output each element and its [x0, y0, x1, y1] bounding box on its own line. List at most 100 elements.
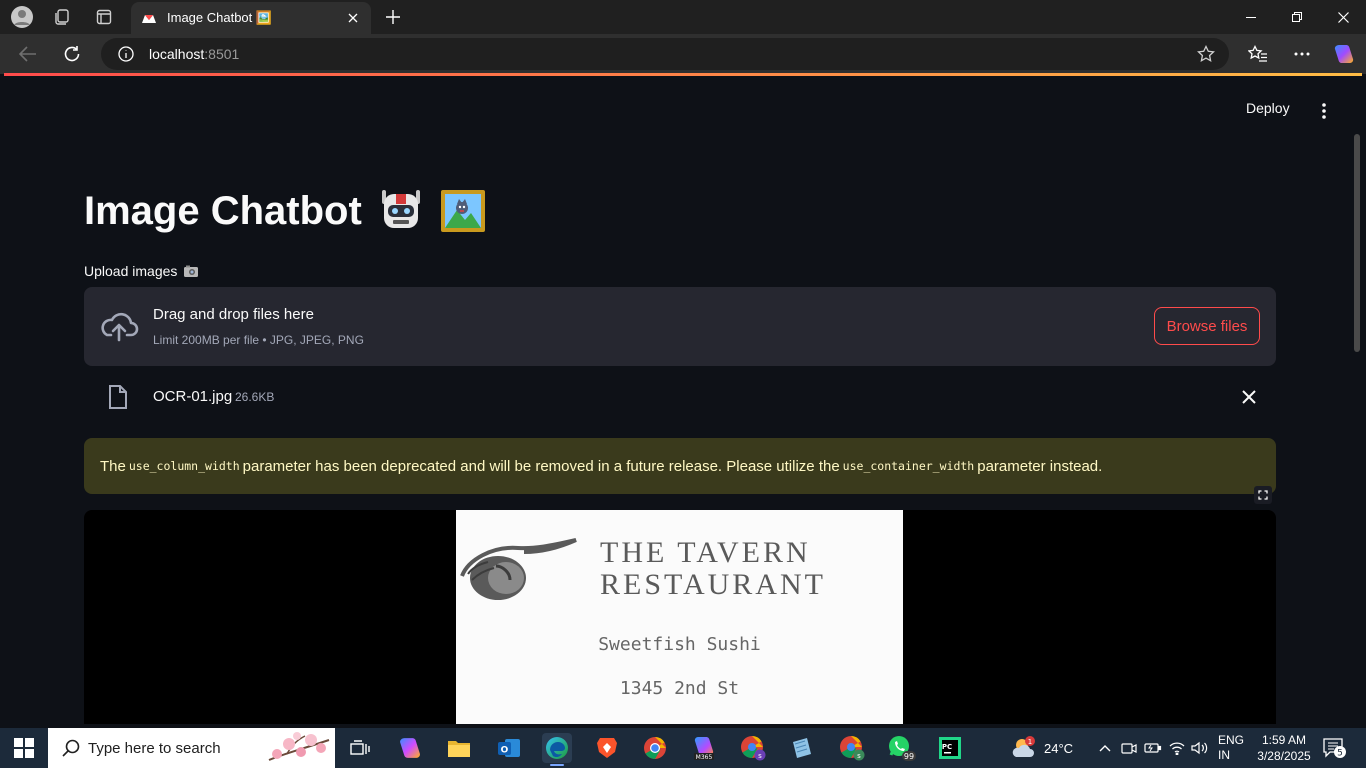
favorites-icon[interactable] — [1246, 42, 1270, 66]
more-options-icon[interactable] — [1290, 42, 1314, 66]
profile-avatar-icon[interactable] — [10, 5, 34, 29]
pycharm-icon[interactable]: PC — [935, 733, 965, 763]
weather-widget[interactable]: 1 24°C — [1010, 735, 1073, 761]
streamlit-favicon-icon — [141, 10, 157, 26]
uploaded-image: THE TAVERN RESTAURANT Sweetfish Sushi 13… — [456, 510, 903, 724]
file-size: 26.6KB — [235, 390, 275, 404]
deploy-button[interactable]: Deploy — [1246, 100, 1290, 116]
dropzone-title: Drag and drop files here — [153, 306, 314, 323]
volume-icon[interactable] — [1190, 738, 1210, 758]
upload-label: Upload images — [84, 263, 199, 279]
refresh-icon[interactable] — [60, 42, 84, 66]
language-code: ENG — [1218, 733, 1245, 747]
main-menu-icon[interactable] — [1314, 101, 1334, 121]
edge-browser-icon[interactable] — [542, 733, 572, 766]
chrome-icon[interactable] — [640, 733, 670, 763]
tab-actions-icon[interactable] — [92, 5, 116, 29]
file-name: OCR-01.jpg — [153, 388, 233, 405]
uploaded-file-item: OCR-01.jpg 26.6KB — [84, 376, 1276, 420]
framed-picture-icon — [440, 188, 486, 234]
workspaces-icon[interactable] — [50, 5, 74, 29]
svg-text:O: O — [501, 746, 509, 756]
taskbar-search[interactable]: Type here to search — [48, 728, 335, 768]
weather-badge: 1 — [1028, 738, 1032, 746]
upload-label-text: Upload images — [84, 263, 178, 279]
notifications-icon[interactable]: 5 — [1322, 737, 1346, 759]
browser-toolbar: localhost:8501 — [0, 34, 1366, 74]
receipt-line-1: THE TAVERN — [600, 536, 811, 569]
camera-icon — [184, 265, 199, 277]
file-explorer-icon[interactable] — [444, 733, 474, 763]
file-icon — [109, 385, 127, 409]
microsoft365-icon[interactable]: M365 — [689, 733, 719, 763]
dropzone-limit: Limit 200MB per file • JPG, JPEG, PNG — [153, 333, 364, 347]
deprecation-warning: The use_column_width parameter has been … — [84, 438, 1276, 494]
whatsapp-badge: 99 — [904, 752, 914, 761]
battery-icon[interactable] — [1143, 738, 1163, 758]
notifications-count: 5 — [1337, 749, 1343, 759]
receipt-line-2: RESTAURANT — [600, 568, 826, 601]
warning-code-1: use_column_width — [128, 459, 240, 473]
weather-cloud-icon: 1 — [1012, 736, 1035, 757]
wifi-icon[interactable] — [1167, 738, 1187, 758]
windows-taskbar: Type here to search O M365 s s 99 PC 1 2… — [0, 728, 1366, 768]
svg-text:PC: PC — [942, 743, 952, 751]
url-host: localhost — [149, 46, 205, 62]
url-port: :8501 — [204, 46, 240, 62]
favorite-star-icon[interactable] — [1197, 45, 1215, 63]
page-title-text: Image Chatbot — [84, 188, 362, 233]
address-bar[interactable]: localhost:8501 — [101, 38, 1229, 70]
page-title: Image Chatbot — [84, 188, 486, 234]
whatsapp-icon[interactable]: 99 — [886, 733, 916, 763]
notepad-icon[interactable] — [787, 733, 817, 763]
close-tab-icon[interactable] — [345, 10, 361, 26]
svg-text:s: s — [857, 752, 861, 760]
warning-text-1: The — [100, 457, 126, 475]
chrome-profile-s-icon[interactable]: s — [738, 733, 768, 763]
clock-time: 1:59 AM — [1261, 733, 1307, 747]
remove-file-icon[interactable] — [1240, 388, 1258, 406]
new-tab-icon[interactable] — [381, 5, 405, 29]
uploaded-image-frame: THE TAVERN RESTAURANT Sweetfish Sushi 13… — [84, 510, 1276, 724]
receipt-line-4: 1345 2nd St — [619, 678, 740, 699]
page-scrollbar[interactable] — [1354, 134, 1360, 352]
robot-icon — [378, 188, 424, 234]
cherry-blossom-icon — [268, 732, 330, 761]
clock-date: 3/28/2025 — [1257, 749, 1311, 763]
brave-browser-icon[interactable] — [592, 733, 622, 763]
browser-tab-active[interactable]: Image Chatbot 🖼️ — [131, 2, 371, 34]
back-icon[interactable] — [16, 42, 40, 66]
restore-icon[interactable] — [1274, 0, 1320, 34]
show-hidden-icons-icon[interactable] — [1095, 738, 1115, 758]
copilot-icon[interactable] — [1332, 42, 1356, 66]
close-window-icon[interactable] — [1320, 0, 1366, 34]
language-indicator[interactable]: ENG IN — [1218, 733, 1244, 763]
tab-title: Image Chatbot 🖼️ — [167, 10, 273, 25]
site-info-icon[interactable] — [117, 45, 135, 63]
receipt-line-3: Sweetfish Sushi — [598, 634, 761, 655]
meet-now-icon[interactable] — [1119, 738, 1139, 758]
task-view-icon[interactable] — [345, 733, 375, 763]
warning-text-3: parameter instead. — [977, 457, 1103, 475]
fullscreen-icon[interactable] — [1254, 486, 1272, 504]
copilot-app-icon[interactable] — [395, 733, 425, 763]
system-clock[interactable]: 1:59 AM 3/28/2025 — [1256, 732, 1312, 764]
warning-code-2: use_container_width — [842, 459, 975, 473]
language-region: IN — [1218, 748, 1230, 762]
browser-titlebar: Image Chatbot 🖼️ — [0, 0, 1366, 34]
restaurant-logo — [460, 538, 577, 600]
svg-text:M365: M365 — [696, 754, 713, 761]
file-dropzone[interactable]: Drag and drop files here Limit 200MB per… — [84, 287, 1276, 366]
streamlit-app: Deploy Image Chatbot Upload images Drag … — [4, 76, 1362, 724]
minimize-icon[interactable] — [1228, 0, 1274, 34]
search-icon — [62, 739, 80, 757]
windows-start-icon[interactable] — [14, 738, 34, 758]
outlook-icon[interactable]: O — [494, 733, 524, 763]
chrome-profile-s2-icon[interactable]: s — [837, 733, 867, 763]
cloud-upload-icon — [101, 312, 139, 342]
weather-temperature: 24°C — [1044, 740, 1074, 756]
search-placeholder: Type here to search — [88, 739, 221, 757]
warning-text-2: parameter has been deprecated and will b… — [242, 457, 840, 475]
browse-files-button[interactable]: Browse files — [1154, 307, 1260, 345]
svg-text:s: s — [758, 752, 762, 760]
